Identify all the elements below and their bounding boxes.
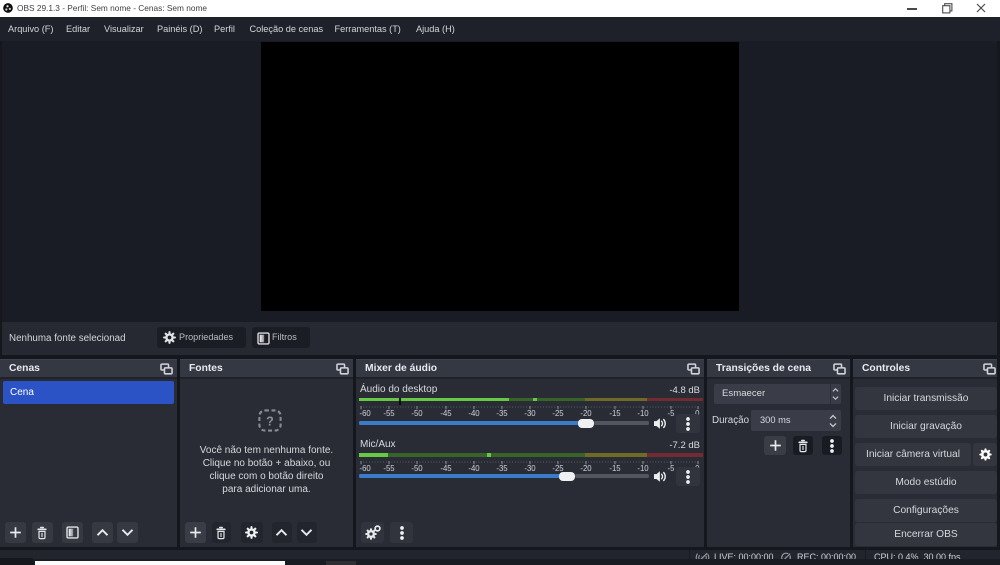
svg-text:-10: -10 bbox=[637, 409, 649, 417]
svg-text:-60: -60 bbox=[360, 409, 372, 417]
svg-text:-45: -45 bbox=[440, 409, 452, 417]
svg-text:-35: -35 bbox=[496, 409, 508, 417]
svg-text:-15: -15 bbox=[609, 409, 621, 417]
svg-text:-50: -50 bbox=[411, 464, 423, 472]
svg-text:-10: -10 bbox=[637, 464, 649, 472]
svg-text:-20: -20 bbox=[580, 464, 592, 472]
svg-text:-50: -50 bbox=[411, 409, 423, 417]
svg-text:-20: -20 bbox=[580, 409, 592, 417]
svg-text:-25: -25 bbox=[552, 464, 564, 472]
svg-text:-30: -30 bbox=[524, 464, 536, 472]
svg-text:-40: -40 bbox=[468, 464, 480, 472]
svg-text:-15: -15 bbox=[609, 464, 621, 472]
svg-text:-5: -5 bbox=[668, 409, 676, 417]
svg-text:?: ? bbox=[266, 414, 274, 428]
svg-text:-5: -5 bbox=[668, 464, 676, 472]
svg-text:-55: -55 bbox=[383, 464, 395, 472]
svg-text:-25: -25 bbox=[552, 409, 564, 417]
svg-text:-40: -40 bbox=[468, 409, 480, 417]
svg-text:-60: -60 bbox=[360, 464, 372, 472]
svg-text:-45: -45 bbox=[440, 464, 452, 472]
svg-text:-30: -30 bbox=[524, 409, 536, 417]
svg-text:-35: -35 bbox=[496, 464, 508, 472]
svg-text:-55: -55 bbox=[383, 409, 395, 417]
